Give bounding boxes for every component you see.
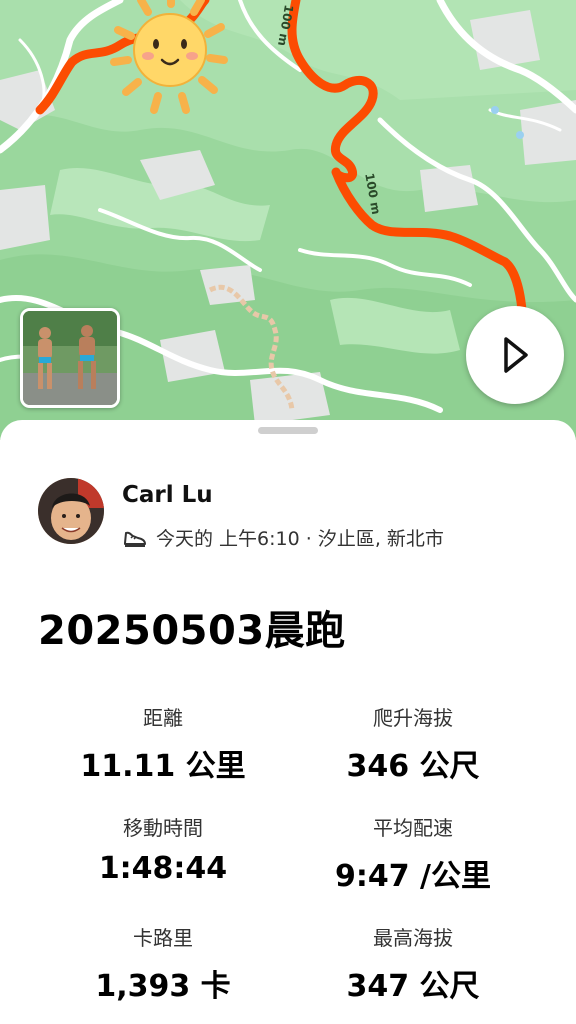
stat-label: 平均配速 <box>373 816 453 840</box>
stat-label: 最高海拔 <box>373 926 453 950</box>
activity-details-sheet: Carl Lu 今天的 上午6:10 · 汐止區, 新北市 20250503晨跑… <box>0 420 576 1024</box>
stat-value: 346 公尺 <box>346 749 480 784</box>
activity-title: 20250503晨跑 <box>38 608 346 654</box>
play-flyover-button[interactable] <box>466 306 564 404</box>
running-shoe-icon <box>124 531 146 547</box>
stat-label: 距離 <box>143 706 183 730</box>
stat-elevation-gain: 爬升海拔 346 公尺 <box>283 702 543 785</box>
stat-label: 爬升海拔 <box>373 706 453 730</box>
sun-sticker-icon <box>110 0 228 114</box>
stat-average-pace: 平均配速 9:47 /公里 <box>283 812 543 895</box>
stat-max-elevation: 最高海拔 347 公尺 <box>283 922 543 1005</box>
sheet-drag-handle[interactable] <box>258 427 318 434</box>
stat-value: 11.11 公里 <box>80 749 246 784</box>
stat-value: 1,393 卡 <box>95 969 231 1004</box>
stat-label: 移動時間 <box>123 816 203 840</box>
stat-value: 1:48:44 <box>98 851 228 886</box>
stat-distance: 距離 11.11 公里 <box>33 702 293 785</box>
play-icon <box>504 337 528 373</box>
stat-label: 卡路里 <box>133 926 193 950</box>
photo-image <box>23 311 117 405</box>
athlete-name[interactable]: Carl Lu <box>122 482 213 508</box>
activity-meta: 今天的 上午6:10 · 汐止區, 新北市 <box>122 524 444 551</box>
activity-date-location: 今天的 上午6:10 · 汐止區, 新北市 <box>156 528 444 550</box>
stat-moving-time: 移動時間 1:48:44 <box>33 812 293 886</box>
stat-value: 347 公尺 <box>346 969 480 1004</box>
avatar[interactable] <box>38 478 104 544</box>
stat-value: 9:47 /公里 <box>334 859 492 894</box>
activity-photo-thumbnail[interactable] <box>20 308 120 408</box>
avatar-image <box>38 478 104 544</box>
stat-calories: 卡路里 1,393 卡 <box>33 922 293 1005</box>
